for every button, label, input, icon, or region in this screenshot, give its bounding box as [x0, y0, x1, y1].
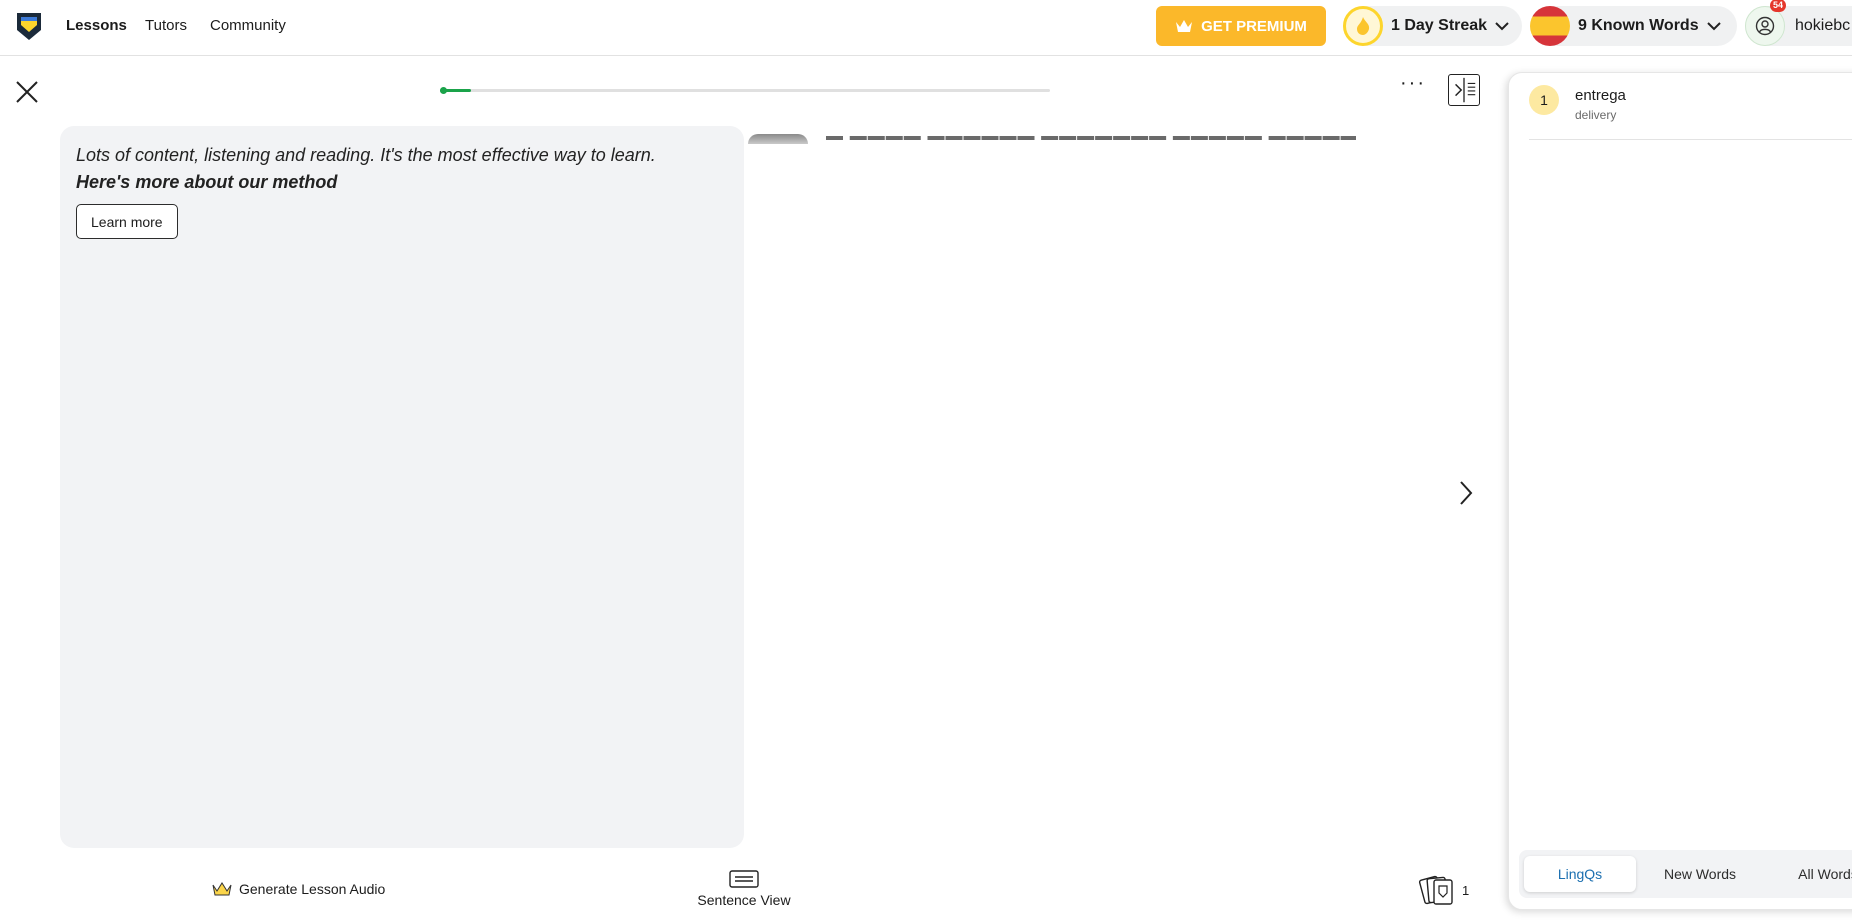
method-link[interactable]: Here's more about our method: [76, 172, 337, 192]
close-lesson-icon[interactable]: [14, 79, 40, 105]
lesson-thumbnail: [748, 134, 808, 144]
avatar: 54: [1745, 0, 1786, 46]
chevron-down-icon: [1495, 21, 1509, 30]
toggle-sidebar-icon[interactable]: [1448, 74, 1480, 106]
lingq-logo[interactable]: [14, 10, 44, 42]
tab-new-words[interactable]: New Words: [1636, 856, 1764, 892]
notification-badge: 54: [1769, 0, 1786, 12]
known-words-dropdown[interactable]: 9 Known Words: [1530, 6, 1737, 46]
panel-divider: [1529, 139, 1852, 140]
get-premium-button[interactable]: GET PREMIUM: [1156, 6, 1326, 46]
lingq-count-value: 1: [1462, 882, 1470, 898]
nav-link-lessons[interactable]: Lessons: [66, 17, 127, 34]
lingq-hint: delivery: [1575, 108, 1617, 122]
word-list-tabs: LingQs New Words All Words: [1519, 850, 1852, 898]
lesson-progress-bar: [440, 87, 1050, 94]
crown-icon: [1176, 20, 1193, 32]
lesson-text-glyphs: ▬ ▬▬▬▬ ▬▬▬▬▬▬ ▬▬▬▬▬▬▬ ▬▬▬▬▬ ▬▬▬▬▬▬▬▬ ▬▬▬…: [826, 136, 1356, 144]
streak-dropdown[interactable]: 1 Day Streak: [1343, 6, 1522, 46]
sentence-view-icon: [729, 870, 759, 888]
top-navigation-bar: Lessons Tutors Community GET PREMIUM 1 D…: [0, 0, 1852, 56]
generate-lesson-audio-button[interactable]: Generate Lesson Audio: [211, 881, 385, 897]
spanish-flag-icon: [1530, 6, 1570, 46]
user-menu[interactable]: 54 hokiebc: [1745, 0, 1852, 46]
generate-audio-label: Generate Lesson Audio: [239, 881, 386, 897]
nav-link-community[interactable]: Community: [210, 17, 286, 34]
crown-icon: [212, 882, 232, 896]
streak-label: 1 Day Streak: [1391, 17, 1488, 34]
lingq-sidebar-panel: 1 entrega delivery LingQs New Words All …: [1508, 72, 1852, 910]
method-text: Lots of content, listening and reading. …: [76, 145, 656, 165]
method-info-card: Lots of content, listening and reading. …: [60, 126, 744, 848]
lesson-progress-marker: [440, 87, 447, 94]
known-words-label: 9 Known Words: [1578, 17, 1699, 34]
more-options-icon[interactable]: ···: [1400, 73, 1430, 96]
sentence-view-button[interactable]: Sentence View: [695, 870, 793, 908]
username: hokiebc: [1795, 17, 1851, 34]
lingq-number-badge: 1: [1529, 85, 1559, 115]
user-icon: [1755, 16, 1775, 36]
cards-icon: [1418, 875, 1453, 905]
tab-all-words[interactable]: All Words: [1764, 856, 1852, 892]
get-premium-label: GET PREMIUM: [1201, 17, 1307, 35]
lingq-term: entrega: [1575, 87, 1626, 104]
next-page-icon[interactable]: [1456, 478, 1476, 508]
tab-lingqs[interactable]: LingQs: [1524, 856, 1636, 892]
flame-icon: [1343, 6, 1383, 46]
lesson-text-cropped: ▬ ▬▬▬▬ ▬▬▬▬▬▬ ▬▬▬▬▬▬▬ ▬▬▬▬▬ ▬▬▬▬▬▬▬▬ ▬▬▬…: [826, 136, 1356, 144]
lingq-cards-counter[interactable]: 1: [1418, 872, 1469, 908]
nav-link-tutors[interactable]: Tutors: [145, 17, 187, 34]
method-description: Lots of content, listening and reading. …: [76, 142, 676, 196]
chevron-down-icon: [1706, 21, 1721, 30]
sentence-view-label: Sentence View: [697, 892, 791, 908]
learn-more-button[interactable]: Learn more: [76, 204, 178, 239]
